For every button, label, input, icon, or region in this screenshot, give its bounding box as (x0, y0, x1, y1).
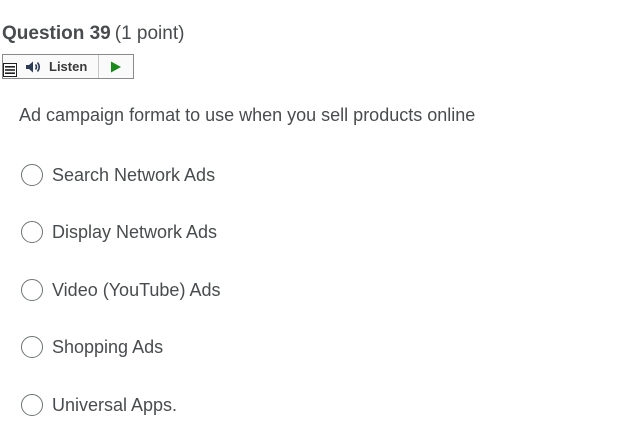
option-label: Search Network Ads (52, 164, 216, 185)
option-video-youtube-ads[interactable]: Video (YouTube) Ads (21, 275, 220, 304)
option-search-network-ads[interactable]: Search Network Ads (21, 160, 220, 189)
question-text: Ad campaign format to use when you sell … (19, 105, 476, 125)
radio-button[interactable] (21, 278, 43, 301)
option-label: Display Network Ads (52, 222, 218, 242)
option-universal-apps[interactable]: Universal Apps. (21, 390, 220, 419)
option-display-network-ads[interactable]: Display Network Ads (21, 218, 220, 247)
speaker-icon (25, 60, 43, 74)
question-title: Question 39 (2, 23, 111, 44)
option-label: Shopping Ads (52, 337, 164, 357)
option-label: Video (YouTube) Ads (52, 279, 221, 300)
option-shopping-ads[interactable]: Shopping Ads (21, 333, 220, 362)
question-header: Question 39 (1 point) (2, 22, 184, 46)
listen-button[interactable]: Listen (19, 55, 99, 78)
radio-button[interactable] (21, 221, 43, 243)
menu-icon[interactable] (3, 55, 19, 78)
radio-button[interactable] (21, 163, 43, 186)
radio-button[interactable] (21, 393, 43, 416)
answer-options: Search Network Ads Display Network Ads V… (21, 160, 220, 448)
play-icon (111, 61, 121, 72)
radio-button[interactable] (21, 336, 43, 358)
listen-toolbar: Listen (2, 54, 134, 79)
listen-label: Listen (49, 59, 88, 74)
question-points: (1 point) (114, 23, 185, 44)
option-label: Universal Apps. (52, 394, 178, 415)
play-button[interactable] (99, 55, 133, 78)
